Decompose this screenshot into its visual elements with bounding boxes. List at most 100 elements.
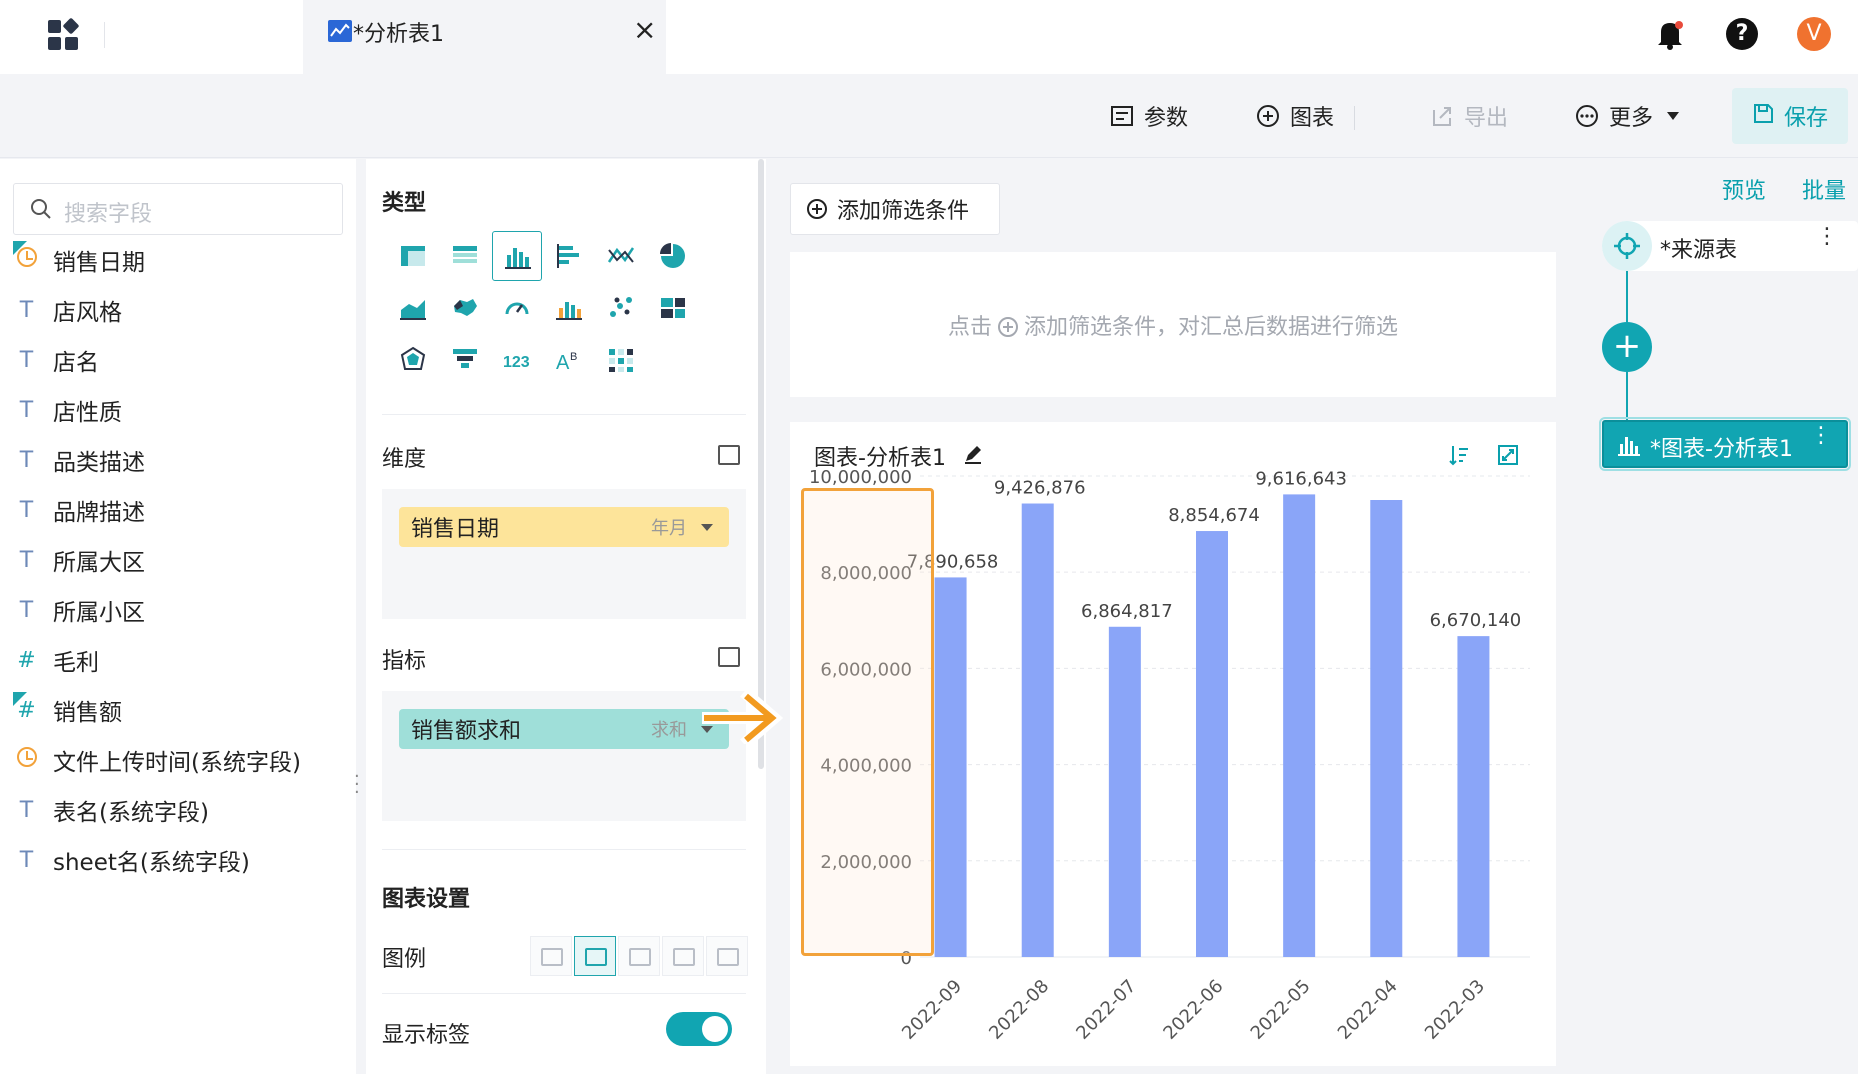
save-button[interactable]: 保存 [1732, 88, 1848, 144]
field-label: 毛利 [53, 650, 99, 676]
top-divider [104, 22, 105, 48]
plus-circle-icon [1256, 104, 1280, 128]
heatmap-type-icon[interactable] [596, 335, 646, 385]
legend-none-option[interactable] [530, 936, 572, 976]
add-filter-label: 添加筛选条件 [837, 199, 970, 224]
word-cloud-type-icon[interactable]: AB [544, 335, 594, 385]
add-node-button[interactable]: + [1602, 322, 1652, 372]
legend-bottom-option[interactable] [706, 936, 748, 976]
field-label: 所属小区 [53, 600, 145, 626]
field-item[interactable]: # 毛利 [0, 640, 340, 680]
show-labels-label: 显示标签 [382, 1023, 471, 1048]
field-label: sheet名(系统字段) [53, 850, 250, 876]
bar-chart-type-icon[interactable] [492, 231, 542, 281]
kpi-number-type-icon[interactable]: 123 [492, 335, 542, 385]
legend-position-options [530, 936, 748, 976]
map-type-icon[interactable] [440, 283, 490, 333]
field-item[interactable]: T 所属大区 [0, 540, 340, 580]
funnel-type-icon[interactable] [440, 335, 490, 385]
expand-icon[interactable] [1497, 444, 1519, 466]
export-icon [1430, 104, 1454, 128]
text-icon: T [19, 297, 34, 323]
field-item[interactable]: 销售日期 [0, 240, 340, 280]
table-type-icon[interactable] [388, 231, 438, 281]
legend-right-option[interactable] [574, 936, 616, 976]
line-chart-type-icon[interactable] [596, 231, 646, 281]
dimension-box-icon[interactable] [718, 445, 740, 465]
text-icon: T [19, 497, 34, 523]
detail-table-type-icon[interactable] [440, 231, 490, 281]
scatter-type-icon[interactable] [596, 283, 646, 333]
chevron-down-icon[interactable] [701, 523, 713, 531]
dimension-pill[interactable]: 销售日期 年月 [399, 507, 729, 547]
field-item[interactable]: T 店性质 [0, 390, 340, 430]
field-item[interactable]: T 店风格 [0, 290, 340, 330]
params-button[interactable]: 参数 [1110, 100, 1188, 132]
field-item[interactable]: T 店名 [0, 340, 340, 380]
combo-chart-type-icon[interactable] [544, 283, 594, 333]
config-scrollbar[interactable] [758, 159, 764, 769]
pie-chart-type-icon[interactable] [648, 231, 698, 281]
area-chart-type-icon[interactable] [388, 283, 438, 333]
field-item[interactable]: T 表名(系统字段) [0, 790, 340, 830]
params-label: 参数 [1144, 106, 1189, 131]
filter-area[interactable]: 点击 添加筛选条件，对汇总后数据进行筛选 [790, 252, 1556, 397]
more-label: 更多 [1609, 106, 1654, 131]
chart-settings-title: 图表设置 [382, 887, 471, 912]
bar [934, 577, 967, 957]
type-text-glyph: A [556, 352, 570, 374]
more-dropdown[interactable]: 更多 [1575, 100, 1680, 132]
params-icon [1110, 104, 1134, 128]
dimension-drop-zone[interactable]: 销售日期 年月 [382, 489, 746, 619]
field-item[interactable]: T 所属小区 [0, 590, 340, 630]
bar [1021, 503, 1054, 957]
indicator-pill[interactable]: 销售额求和 求和 [399, 709, 729, 749]
gauge-type-icon[interactable] [492, 283, 542, 333]
chart-node[interactable]: *图表-分析表1 ⋮ [1599, 417, 1851, 471]
dashboard-type-icon[interactable] [648, 283, 698, 333]
tab-title: *分析表1 [353, 22, 444, 47]
sort-icon[interactable] [1448, 444, 1470, 466]
apps-grid-icon[interactable] [44, 16, 84, 56]
radar-type-icon[interactable] [388, 335, 438, 385]
edit-pen-icon[interactable] [963, 444, 983, 464]
source-table-node[interactable]: *来源表 ⋮ [1602, 221, 1858, 271]
help-icon[interactable]: ? [1726, 18, 1758, 50]
batch-link[interactable]: 批量 [1802, 173, 1846, 205]
indicator-drop-zone[interactable]: 销售额求和 求和 [382, 691, 746, 821]
close-icon[interactable]: × [633, 16, 656, 44]
bar-data-label: 9,426,876 [994, 478, 1086, 499]
bar-data-label: 6,864,817 [1081, 601, 1173, 622]
config-panel: 类型 123 AB 维度 销售日期 年月 指标 销售额求和 求和 图表设置 图例… [366, 159, 766, 1074]
config-divider [382, 849, 746, 850]
legend-top-option[interactable] [662, 936, 704, 976]
field-item[interactable]: # 销售额 [0, 690, 340, 730]
svg-text:B: B [570, 351, 577, 363]
more-vertical-icon[interactable]: ⋮ [1816, 226, 1838, 248]
add-filter-button[interactable]: 添加筛选条件 [790, 183, 1000, 235]
bar [1370, 500, 1403, 957]
field-item[interactable]: Tsheet名(系统字段) [0, 840, 340, 880]
show-labels-toggle[interactable] [666, 1012, 732, 1046]
bell-icon[interactable] [1655, 18, 1685, 50]
field-item[interactable]: T 品类描述 [0, 440, 340, 480]
field-item[interactable]: 文件上传时间(系统字段) [0, 740, 340, 780]
indicator-pill-sub: 求和 [651, 720, 687, 741]
tab-analysis-1[interactable]: *分析表1 × [303, 0, 666, 74]
horizontal-bar-type-icon[interactable] [544, 231, 594, 281]
add-chart-button[interactable]: 图表 [1256, 100, 1334, 132]
legend-left-option[interactable] [618, 936, 660, 976]
search-field-input[interactable]: 搜索字段 [13, 183, 343, 235]
field-item[interactable]: T 品牌描述 [0, 490, 340, 530]
field-label: 店风格 [53, 300, 122, 326]
bar [1457, 636, 1490, 957]
field-label: 品类描述 [53, 450, 145, 476]
more-vertical-icon[interactable]: ⋮ [1810, 425, 1832, 447]
avatar[interactable]: V [1797, 17, 1831, 51]
preview-link[interactable]: 预览 [1722, 173, 1766, 205]
export-label: 导出 [1464, 106, 1509, 131]
export-button[interactable]: 导出 [1430, 100, 1508, 132]
panel-resize-handle[interactable]: · · · [354, 768, 360, 802]
indicator-box-icon[interactable] [718, 647, 740, 667]
dimension-title: 维度 [382, 447, 427, 472]
